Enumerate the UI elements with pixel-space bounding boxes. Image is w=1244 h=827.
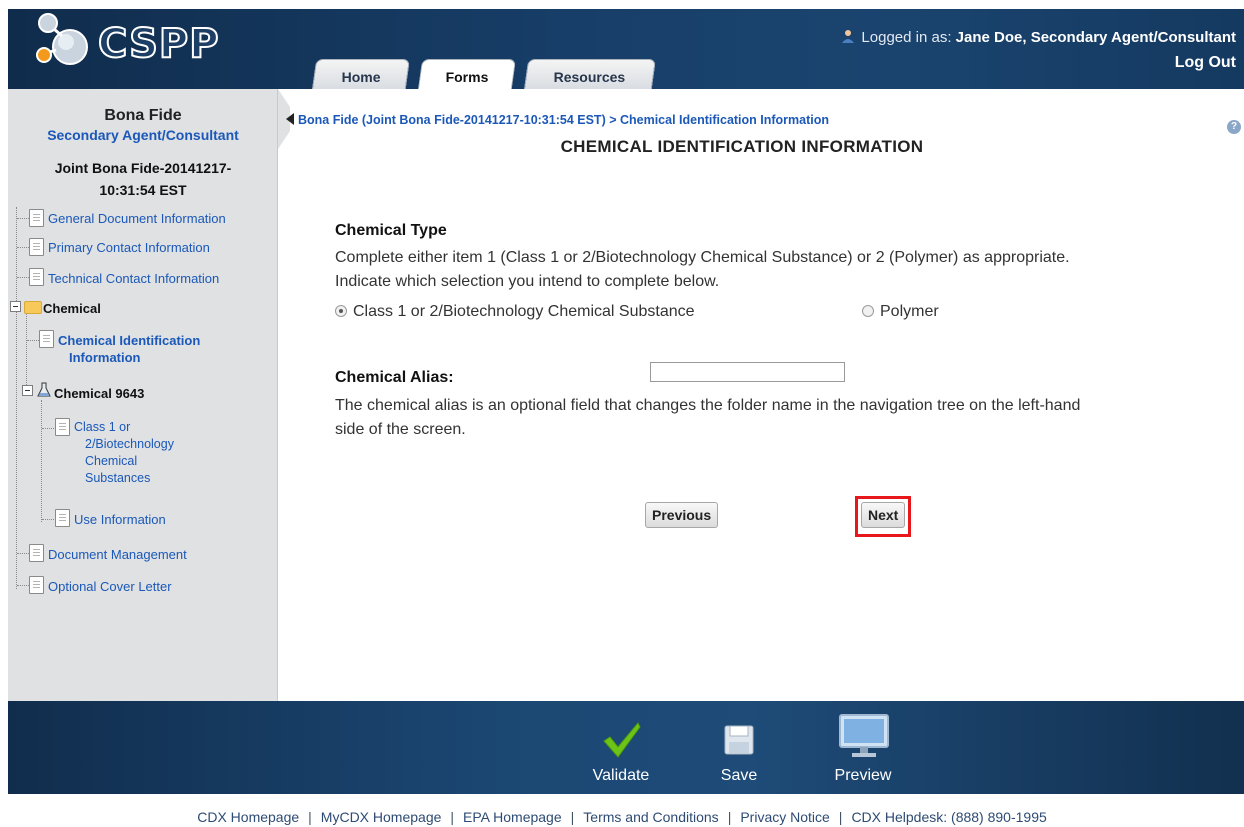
- link-separator: |: [838, 809, 843, 825]
- sidebar-item-use-information[interactable]: Use Information: [74, 511, 166, 528]
- tab-forms-label: Forms: [445, 69, 488, 85]
- breadcrumb[interactable]: Bona Fide (Joint Bona Fide-20141217-10:3…: [286, 113, 829, 127]
- sidebar-item-label: Class 1 or: [74, 420, 131, 434]
- tab-resources-label: Resources: [553, 69, 626, 85]
- document-icon: [29, 576, 44, 594]
- next-button[interactable]: Next: [861, 502, 906, 528]
- link-separator: |: [570, 809, 575, 825]
- molecule-logo-icon: [36, 13, 88, 65]
- sidebar-item-primary-contact-information[interactable]: Primary Contact Information: [48, 239, 210, 256]
- logo-text: CSPP: [97, 20, 220, 68]
- instructions-line: Indicate which selection you intend to c…: [335, 273, 720, 290]
- epa-homepage-link[interactable]: EPA Homepage: [463, 809, 562, 825]
- logout-link[interactable]: Log Out: [841, 54, 1236, 72]
- preview-label: Preview: [834, 767, 892, 784]
- checkmark-icon: [603, 722, 641, 758]
- folder-icon: [24, 301, 42, 314]
- document-icon: [29, 268, 44, 286]
- document-name-line1: Joint Bona Fide-20141217-: [54, 160, 232, 176]
- document-icon: [29, 209, 44, 227]
- radio-class-label: Class 1 or 2/Biotechnology Chemical Subs…: [353, 303, 695, 320]
- document-icon: [39, 330, 54, 348]
- flask-icon: [37, 382, 51, 397]
- description-line: The chemical alias is an optional field …: [335, 397, 1081, 414]
- cdx-helpdesk-link[interactable]: CDX Helpdesk: (888) 890-1995: [851, 809, 1046, 825]
- sidebar-item-class-1-or-2-biotechnology-chemical-substances[interactable]: Class 1 or 2/Biotechnology Chemical Subs…: [74, 419, 174, 487]
- sidebar-item-chemical-9643[interactable]: Chemical 9643: [54, 385, 144, 402]
- user-name: Jane Doe, Secondary Agent/Consultant: [955, 29, 1236, 46]
- collapse-toggle-icon[interactable]: [22, 385, 33, 396]
- monitor-icon: [839, 714, 889, 757]
- document-name-line2: 10:31:54 EST: [99, 182, 187, 198]
- save-label: Save: [720, 767, 758, 784]
- preview-button[interactable]: Preview: [818, 701, 908, 791]
- tree-line: [27, 340, 39, 341]
- tree-line: [42, 428, 56, 429]
- validate-label: Validate: [592, 767, 650, 784]
- document-icon: [55, 509, 70, 527]
- radio-button-selected[interactable]: [335, 305, 347, 317]
- link-separator: |: [450, 809, 455, 825]
- user-icon: [842, 30, 855, 43]
- sidebar-role: Secondary Agent/Consultant: [47, 127, 239, 143]
- previous-button[interactable]: Previous: [645, 502, 719, 528]
- footer-links: CDX Homepage | MyCDX Homepage | EPA Homepage…: [0, 809, 1244, 825]
- sidebar-form-title: Bona Fide: [104, 107, 182, 124]
- chemical-alias-label: Chemical Alias:: [335, 369, 454, 386]
- logged-in-label: Logged in as:: [861, 29, 952, 46]
- tab-home-label: Home: [341, 69, 381, 85]
- document-icon: [29, 544, 44, 562]
- terms-and-conditions-link[interactable]: Terms and Conditions: [583, 809, 718, 825]
- back-arrow-icon[interactable]: [286, 113, 294, 125]
- radio-polymer[interactable]: Polymer: [862, 303, 939, 321]
- radio-class-1-or-2-biotechnology[interactable]: Class 1 or 2/Biotechnology Chemical Subs…: [335, 303, 695, 321]
- cdx-homepage-link[interactable]: CDX Homepage: [197, 809, 299, 825]
- breadcrumb-text[interactable]: Bona Fide (Joint Bona Fide-20141217-10:3…: [298, 113, 829, 127]
- tree-line: [26, 313, 27, 393]
- sidebar-item-chemical-identification-information[interactable]: Chemical Identification Information: [58, 332, 200, 366]
- sidebar-item-label: Substances: [85, 471, 151, 485]
- tab-forms[interactable]: Forms: [417, 59, 517, 89]
- cspp-logo[interactable]: CSPP: [28, 9, 228, 71]
- collapse-toggle-icon[interactable]: [10, 301, 21, 312]
- document-icon: [29, 238, 44, 256]
- description-line: side of the screen.: [335, 421, 466, 438]
- sidebar-item-general-document-information[interactable]: General Document Information: [48, 210, 226, 227]
- validate-button[interactable]: Validate: [576, 701, 666, 791]
- tab-home[interactable]: Home: [311, 59, 411, 89]
- chemical-type-label: Chemical Type: [335, 222, 447, 239]
- save-button[interactable]: Save: [694, 701, 784, 791]
- mycdx-homepage-link[interactable]: MyCDX Homepage: [321, 809, 442, 825]
- action-footer: Validate Save Preview: [8, 701, 1244, 794]
- help-icon[interactable]: ?: [1227, 120, 1241, 134]
- chemical-alias-input[interactable]: [650, 362, 845, 382]
- page-title: CHEMICAL IDENTIFICATION INFORMATION: [560, 137, 924, 156]
- navigation-sidebar: Bona Fide Secondary Agent/Consultant Joi…: [8, 89, 278, 701]
- save-floppy-icon: [724, 725, 754, 755]
- chemical-alias-description: The chemical alias is an optional field …: [335, 394, 1225, 442]
- tree-line: [16, 207, 17, 589]
- link-separator: |: [727, 809, 732, 825]
- instructions-line: Complete either item 1 (Class 1 or 2/Bio…: [335, 249, 1070, 266]
- chemical-type-instructions: Complete either item 1 (Class 1 or 2/Bio…: [335, 246, 1225, 294]
- sidebar-item-technical-contact-information[interactable]: Technical Contact Information: [48, 270, 219, 287]
- sidebar-item-optional-cover-letter[interactable]: Optional Cover Letter: [48, 578, 172, 595]
- sidebar-document-name: Joint Bona Fide-20141217- 10:31:54 EST: [8, 157, 278, 201]
- radio-button[interactable]: [862, 305, 874, 317]
- user-info: Logged in as: Jane Doe, Secondary Agent/…: [841, 29, 1236, 72]
- sidebar-item-label: Chemical: [85, 454, 138, 468]
- link-separator: |: [308, 809, 312, 825]
- privacy-notice-link[interactable]: Privacy Notice: [740, 809, 829, 825]
- sidebar-item-document-management[interactable]: Document Management: [48, 546, 187, 563]
- sidebar-item-label: Information: [69, 350, 141, 365]
- sidebar-item-label: Chemical Identification: [58, 333, 201, 348]
- sidebar-item-chemical[interactable]: Chemical: [43, 300, 101, 317]
- tab-resources[interactable]: Resources: [523, 59, 657, 89]
- app-header: CSPP Home Forms Resources Logged in as: …: [8, 9, 1244, 89]
- tree-line: [41, 400, 42, 522]
- radio-polymer-label: Polymer: [880, 303, 939, 320]
- tree-line: [42, 519, 56, 520]
- sidebar-item-label: 2/Biotechnology: [85, 437, 174, 451]
- document-icon: [55, 418, 70, 436]
